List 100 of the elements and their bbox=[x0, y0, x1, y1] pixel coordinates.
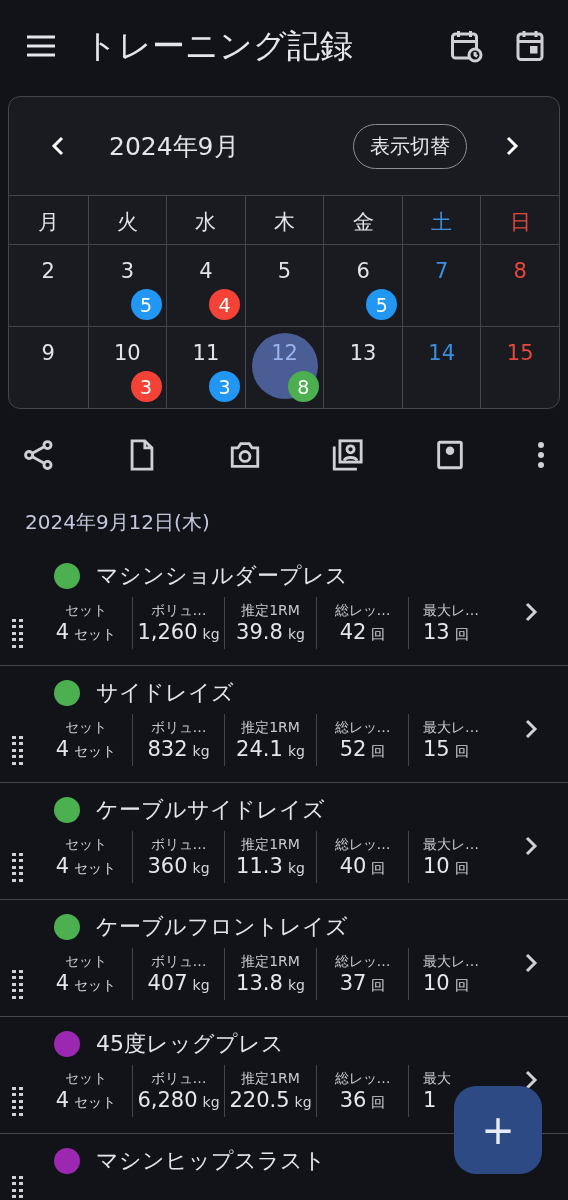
stat-unit: kg bbox=[192, 977, 210, 993]
stat-value: 360 bbox=[147, 854, 188, 878]
month-label: 2024年9月 bbox=[109, 130, 240, 163]
stat-value: 40 bbox=[339, 854, 367, 878]
day-number[interactable]: 14 bbox=[428, 341, 455, 365]
weekday-label: 土 bbox=[431, 209, 453, 236]
stat-label: ボリュ… bbox=[150, 1070, 207, 1088]
stat-unit: 回 bbox=[371, 626, 386, 644]
stat-unit: kg bbox=[287, 626, 305, 642]
stat-value: 4 bbox=[55, 737, 70, 761]
day-number[interactable]: 10 bbox=[114, 341, 141, 365]
stat-value: 4 bbox=[55, 854, 70, 878]
stat-unit: kg bbox=[192, 743, 210, 759]
stat-label: 最大レ… bbox=[423, 602, 479, 620]
stat-unit: 回 bbox=[454, 626, 469, 644]
day-number[interactable]: 2 bbox=[41, 259, 55, 283]
stat-value: 832 bbox=[147, 737, 188, 761]
stat-label: 推定1RM bbox=[241, 602, 300, 620]
stat-label: 総レッ… bbox=[334, 1070, 391, 1088]
stat-value: 407 bbox=[147, 971, 188, 995]
stat-value: 4 bbox=[55, 971, 70, 995]
stat-unit: セット bbox=[74, 1094, 117, 1112]
exercise-name[interactable]: 45度レッグプレス bbox=[96, 1029, 284, 1059]
stat-label: セット bbox=[65, 953, 107, 971]
stat-label: 最大レ… bbox=[423, 836, 479, 854]
stat-unit: 回 bbox=[371, 743, 386, 761]
stat-label: ボリュ… bbox=[150, 836, 207, 854]
day-number[interactable]: 7 bbox=[434, 259, 449, 283]
stat-unit: kg bbox=[202, 1094, 220, 1110]
weekday-label: 木 bbox=[274, 209, 295, 236]
weekday-label: 日 bbox=[509, 209, 531, 236]
stat-label: 最大レ… bbox=[423, 719, 479, 737]
stat-unit: kg bbox=[287, 977, 305, 993]
stat-unit: kg bbox=[294, 1094, 312, 1110]
stat-label: 総レッ… bbox=[334, 953, 391, 971]
add-button[interactable]: + bbox=[454, 1086, 542, 1174]
stat-label: 総レッ… bbox=[334, 719, 391, 737]
stat-value: 13 bbox=[423, 620, 450, 644]
day-number[interactable]: 13 bbox=[349, 341, 377, 365]
stat-unit: 回 bbox=[371, 860, 386, 878]
exercise-name[interactable]: サイドレイズ bbox=[96, 678, 234, 708]
workout-count-badge: 3 bbox=[130, 371, 162, 402]
stat-label: 推定1RM bbox=[241, 953, 300, 971]
exercise-name[interactable]: ケーブルフロントレイズ bbox=[96, 912, 348, 942]
stat-value: 36 bbox=[339, 1088, 367, 1112]
stat-label: 総レッ… bbox=[334, 602, 391, 620]
stat-label: セット bbox=[65, 602, 107, 620]
stat-unit: 回 bbox=[454, 977, 469, 995]
stat-value: 1,260 bbox=[137, 620, 198, 644]
stat-label: 最大 bbox=[423, 1070, 451, 1088]
exercise-name[interactable]: マシンショルダープレス bbox=[96, 561, 348, 591]
stat-label: ボリュ… bbox=[150, 953, 207, 971]
stat-value: 13.8 bbox=[236, 971, 283, 995]
stat-label: 総レッ… bbox=[334, 836, 391, 854]
stat-unit: kg bbox=[287, 860, 305, 876]
stat-value: 39.8 bbox=[236, 620, 283, 644]
workout-count-badge: 5 bbox=[130, 289, 162, 320]
stat-label: ボリュ… bbox=[150, 719, 207, 737]
day-number[interactable]: 8 bbox=[513, 259, 527, 283]
day-number[interactable]: 4 bbox=[199, 259, 213, 283]
stat-label: 推定1RM bbox=[241, 1070, 300, 1088]
stat-unit: セット bbox=[74, 743, 117, 761]
stat-value: 37 bbox=[339, 971, 367, 995]
stat-value: 4 bbox=[55, 620, 70, 644]
weekday-label: 火 bbox=[116, 209, 138, 236]
workout-count-badge: 3 bbox=[209, 371, 241, 402]
stat-value: 15 bbox=[423, 737, 450, 761]
stat-unit: 回 bbox=[371, 1094, 386, 1112]
stat-label: 推定1RM bbox=[241, 719, 300, 737]
stat-label: 最大レ… bbox=[423, 953, 479, 971]
stat-value: 10 bbox=[423, 971, 450, 995]
stat-unit: kg bbox=[287, 743, 305, 759]
weekday-label: 水 bbox=[195, 209, 217, 236]
day-number[interactable]: 15 bbox=[506, 341, 534, 365]
stat-unit: kg bbox=[192, 860, 210, 876]
date-heading: 2024年9月12日(木) bbox=[24, 509, 211, 536]
exercise-name[interactable]: マシンヒップスラスト bbox=[96, 1146, 326, 1176]
stat-label: ボリュ… bbox=[150, 602, 207, 620]
exercise-name[interactable]: ケーブルサイドレイズ bbox=[96, 795, 325, 825]
workout-count-badge: 5 bbox=[366, 289, 398, 320]
day-number[interactable]: 3 bbox=[120, 259, 135, 283]
workout-count-badge: 4 bbox=[209, 289, 241, 320]
day-number[interactable]: 6 bbox=[356, 259, 370, 283]
stat-label: セット bbox=[65, 836, 107, 854]
stat-value: 1 bbox=[423, 1088, 437, 1112]
stat-value: 220.5 bbox=[229, 1088, 290, 1112]
stat-unit: セット bbox=[74, 860, 117, 878]
stat-value: 10 bbox=[423, 854, 450, 878]
stat-unit: 回 bbox=[454, 860, 469, 878]
weekday-label: 月 bbox=[37, 209, 59, 236]
stat-unit: 回 bbox=[371, 977, 386, 995]
stat-unit: 回 bbox=[454, 743, 469, 761]
day-number[interactable]: 5 bbox=[277, 259, 292, 283]
day-number[interactable]: 11 bbox=[192, 341, 220, 365]
stat-value: 24.1 bbox=[236, 737, 283, 761]
day-number[interactable]: 9 bbox=[41, 341, 55, 365]
stat-label: セット bbox=[65, 1070, 107, 1088]
stat-unit: セット bbox=[74, 626, 117, 644]
stat-value: 52 bbox=[339, 737, 367, 761]
stat-label: セット bbox=[65, 719, 107, 737]
